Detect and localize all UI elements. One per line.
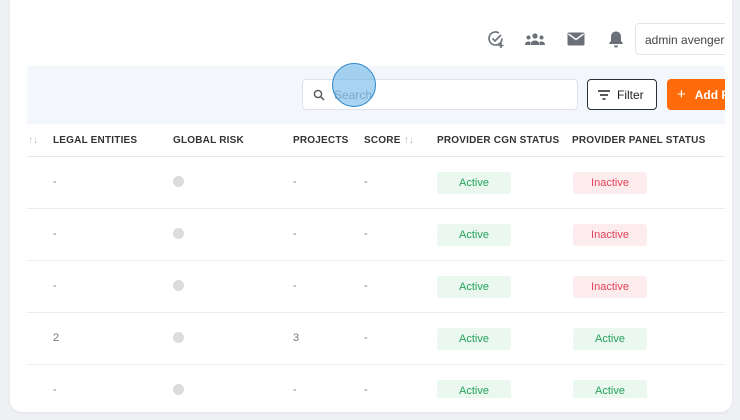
check-plus-icon[interactable] xyxy=(483,26,509,52)
column-cgn-status[interactable]: PROVIDER CGN STATUS xyxy=(437,135,559,146)
add-provider-button[interactable]: + Add Provider xyxy=(667,79,725,110)
panel-status-badge: Active xyxy=(573,380,647,398)
cell-score: - xyxy=(364,176,368,188)
cell-score: - xyxy=(364,332,368,344)
cell-score: - xyxy=(364,228,368,240)
column-legal-entities[interactable]: LEGAL ENTITIES xyxy=(53,135,137,146)
cell-legal-entities: - xyxy=(53,228,57,240)
search-box[interactable] xyxy=(302,79,578,110)
filter-button-label: Filter xyxy=(617,87,644,102)
column-panel-status[interactable]: PROVIDER PANEL STATUS xyxy=(572,135,705,146)
cell-score: - xyxy=(364,280,368,292)
cell-projects: - xyxy=(293,280,297,292)
cell-legal-entities: - xyxy=(53,384,57,396)
risk-indicator xyxy=(173,384,184,395)
content-card: admin avenger Filter + Add Provider ↑↓ xyxy=(10,0,732,412)
risk-indicator xyxy=(173,332,184,343)
cgn-status-badge: Active xyxy=(437,328,511,350)
risk-indicator xyxy=(173,176,184,187)
page-viewport: admin avenger Filter + Add Provider ↑↓ xyxy=(27,14,725,398)
cgn-status-badge: Active xyxy=(437,172,511,194)
panel-status-badge: Active xyxy=(573,328,647,350)
add-button-label: Add Provider xyxy=(694,87,725,102)
risk-indicator xyxy=(173,228,184,239)
filter-button[interactable]: Filter xyxy=(587,79,657,110)
user-name: admin avenger xyxy=(645,33,725,47)
cgn-status-badge: Active xyxy=(437,224,511,246)
bell-icon[interactable] xyxy=(603,26,629,52)
mail-icon[interactable] xyxy=(563,26,589,52)
table-row[interactable]: 2 3 - Active Active xyxy=(27,313,725,365)
user-menu[interactable]: admin avenger xyxy=(635,23,725,55)
column-projects[interactable]: PROJECTS xyxy=(293,135,349,146)
cgn-status-badge: Active xyxy=(437,380,511,398)
table-row[interactable]: - - - Active Inactive xyxy=(27,209,725,261)
cell-projects: - xyxy=(293,228,297,240)
sort-icon[interactable]: ↑↓ xyxy=(27,135,38,146)
team-icon[interactable] xyxy=(522,26,548,52)
filter-icon xyxy=(598,89,610,100)
risk-indicator xyxy=(173,280,184,291)
top-nav: admin avenger xyxy=(27,14,725,66)
cell-projects: - xyxy=(293,176,297,188)
search-input[interactable] xyxy=(334,81,564,108)
search-icon xyxy=(313,88,325,106)
column-score[interactable]: SCORE ↑↓ xyxy=(364,135,414,146)
panel-status-badge: Inactive xyxy=(573,224,647,246)
cell-projects: 3 xyxy=(293,332,300,344)
sort-icon[interactable]: ↑↓ xyxy=(404,135,414,146)
column-global-risk[interactable]: GLOBAL RISK xyxy=(173,135,244,146)
toolbar: Filter + Add Provider xyxy=(27,66,725,124)
table-row[interactable]: - - - Active Inactive xyxy=(27,157,725,209)
cell-legal-entities: - xyxy=(53,176,57,188)
table-header: ↑↓ LEGAL ENTITIES GLOBAL RISK PROJECTS S… xyxy=(27,124,725,157)
cell-legal-entities: 2 xyxy=(53,332,60,344)
cell-score: - xyxy=(364,384,368,396)
panel-status-badge: Inactive xyxy=(573,276,647,298)
panel-status-badge: Inactive xyxy=(573,172,647,194)
table-row[interactable]: - - - Active Inactive xyxy=(27,261,725,313)
table-row[interactable]: - - - Active Active xyxy=(27,365,725,398)
cell-projects: - xyxy=(293,384,297,396)
cgn-status-badge: Active xyxy=(437,276,511,298)
plus-icon: + xyxy=(677,86,686,103)
cell-legal-entities: - xyxy=(53,280,57,292)
